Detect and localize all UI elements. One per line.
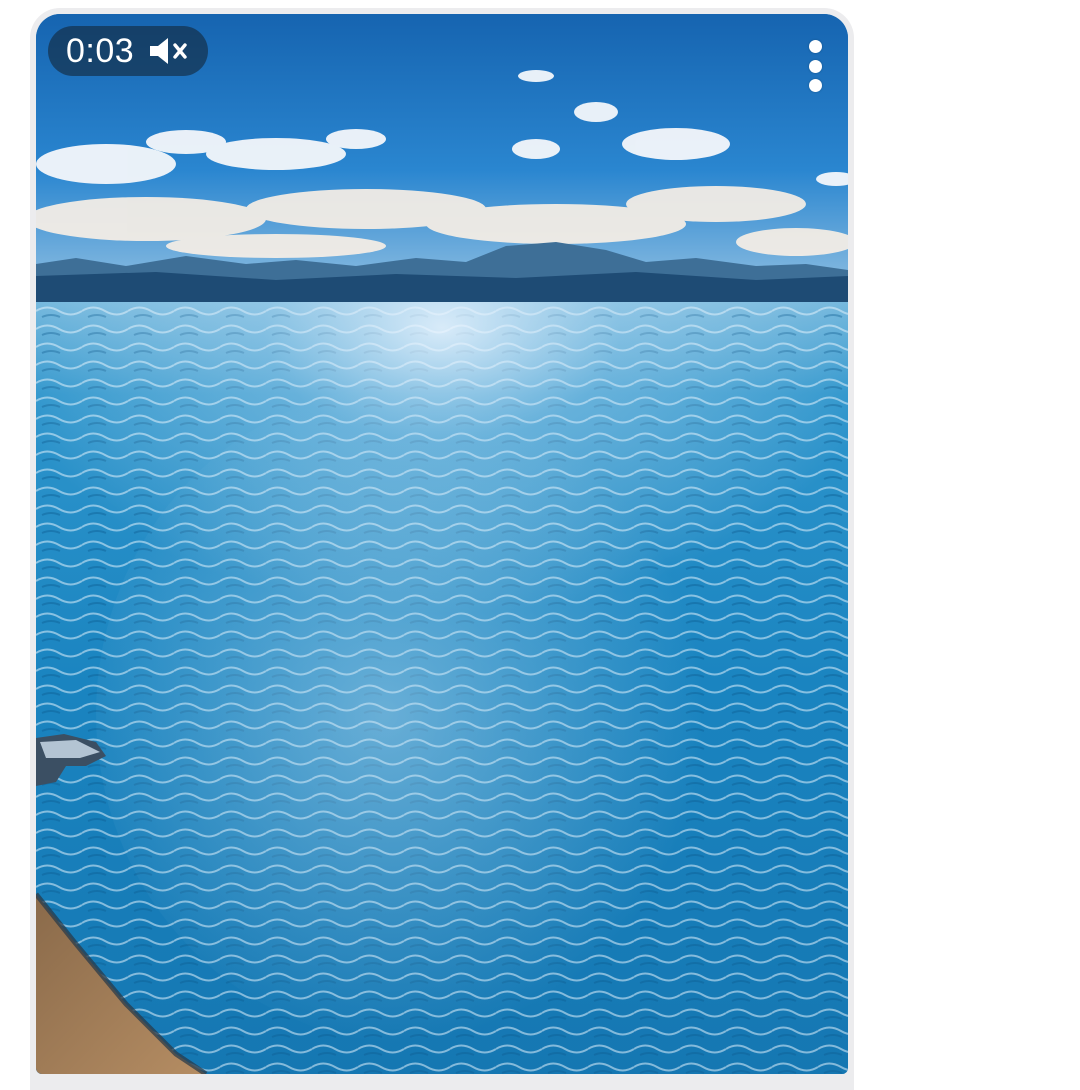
more-options-button[interactable] xyxy=(798,36,832,96)
video-player[interactable] xyxy=(36,14,848,1074)
video-time-badge[interactable]: 0:03 xyxy=(48,26,208,76)
vertical-ellipsis-icon xyxy=(808,79,822,92)
speaker-muted-icon[interactable] xyxy=(148,35,190,67)
vertical-ellipsis-icon xyxy=(808,40,822,53)
page: 0:03 xyxy=(0,0,1080,1090)
video-frame xyxy=(36,14,848,1074)
vertical-ellipsis-icon xyxy=(808,59,822,73)
elapsed-time: 0:03 xyxy=(66,32,135,70)
